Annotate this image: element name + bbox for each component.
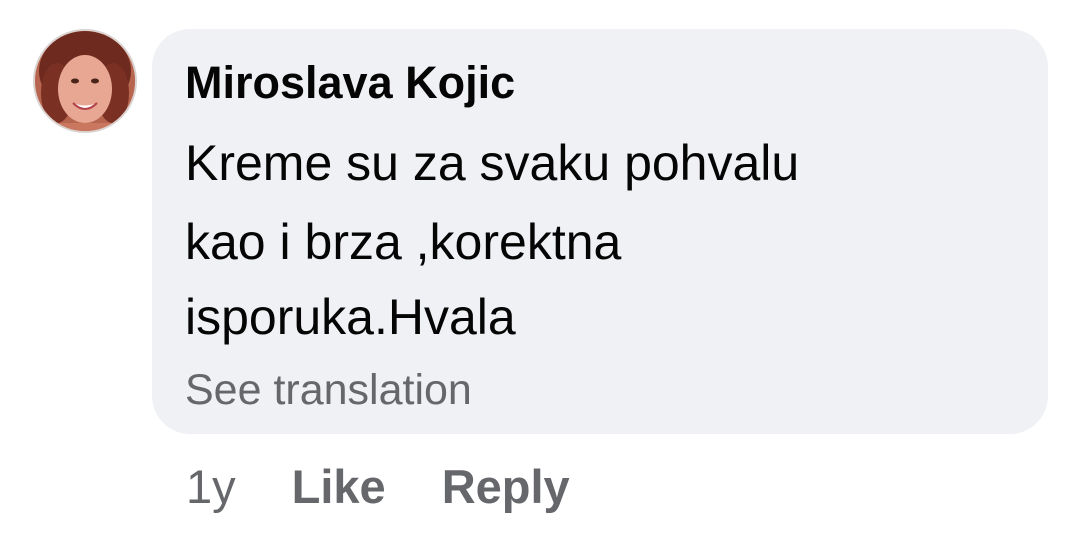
comment-bubble: Miroslava Kojic Kreme su za svaku pohval…: [152, 29, 1048, 434]
see-translation-link[interactable]: See translation: [185, 364, 472, 416]
comment-text-line: kao i brza ,korektna: [185, 214, 622, 270]
comment: Miroslava Kojic Kreme su za svaku pohval…: [0, 0, 1080, 546]
comment-text-line: Kreme su za svaku pohvalu: [185, 135, 800, 191]
comment-text-line: isporuka.Hvala: [185, 289, 516, 345]
comment-actions: 1y Like Reply: [186, 456, 570, 516]
author-name[interactable]: Miroslava Kojic: [185, 55, 515, 111]
reply-button[interactable]: Reply: [442, 459, 570, 514]
like-button[interactable]: Like: [292, 459, 386, 514]
avatar[interactable]: [33, 29, 137, 133]
comment-timestamp[interactable]: 1y: [186, 459, 236, 514]
avatar-photo: [35, 31, 135, 131]
